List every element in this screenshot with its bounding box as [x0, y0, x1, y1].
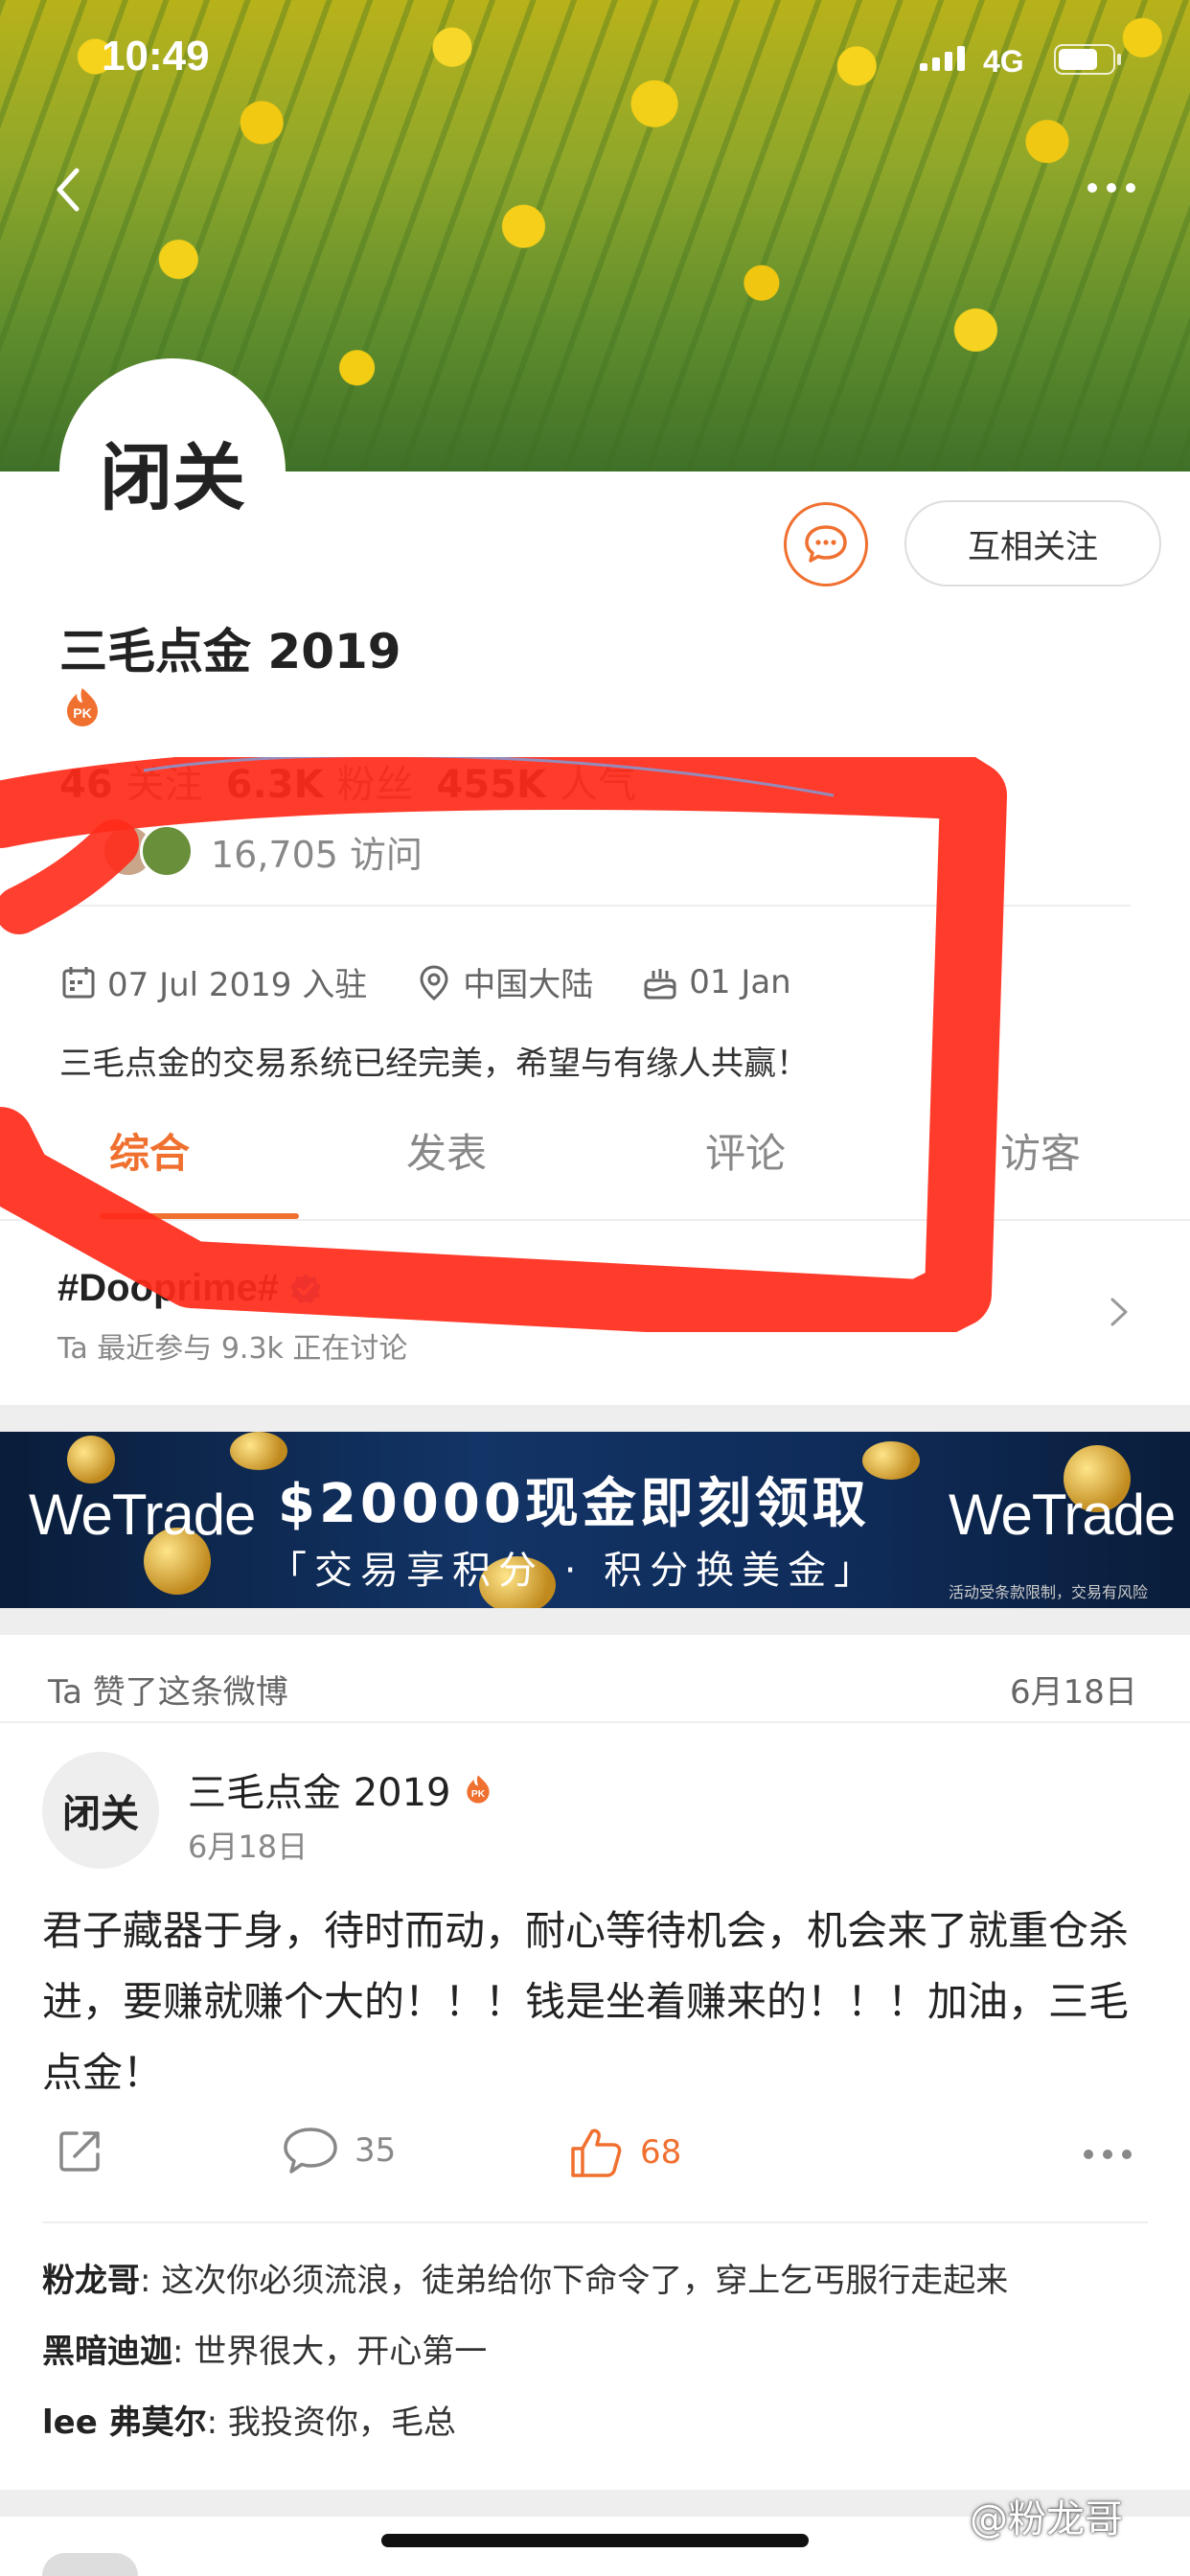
popularity-label: 人气: [560, 763, 637, 807]
more-options-icon[interactable]: [1079, 2145, 1136, 2164]
ad-title: $20000现金即刻领取: [278, 1473, 870, 1535]
more-icon[interactable]: [1083, 178, 1140, 197]
svg-text:PK: PK: [73, 705, 91, 721]
comment-text: 这次你必须流浪，徒弟给你下命令了，穿上乞丐服行走起来: [161, 2262, 1009, 2300]
comment-button[interactable]: 35: [282, 2124, 396, 2177]
message-button[interactable]: [784, 502, 868, 586]
verified-icon: [290, 1273, 322, 1303]
network-type: 4G: [983, 44, 1024, 79]
birthday-cake-icon: [644, 968, 676, 999]
next-post-avatar: [42, 2553, 138, 2576]
post-actions: 35 68: [0, 2124, 1190, 2200]
battery-icon: [1054, 44, 1121, 75]
share-button[interactable]: [54, 2124, 107, 2177]
section-separator: [0, 1405, 1190, 1432]
chevron-right-icon[interactable]: [1108, 1296, 1131, 1328]
chat-icon: [805, 525, 847, 563]
location-icon: [420, 964, 448, 1000]
popularity-count: 455K: [436, 763, 547, 807]
post-date: 6月18日: [188, 1828, 309, 1865]
signal-icon: [920, 46, 965, 71]
followers-count[interactable]: 6.3K: [226, 763, 324, 807]
comment-icon: [284, 2128, 337, 2174]
tab-comments[interactable]: 评论: [650, 1121, 841, 1180]
profile-bio: 三毛点金的交易系统已经完美，希望与有缘人共赢！: [59, 1045, 809, 1083]
liked-date: 6月18日: [1010, 1673, 1137, 1712]
comment-user[interactable]: lee 弗莫尔: [42, 2404, 207, 2442]
ad-fine-print: 活动受条款限制，交易有风险: [949, 1583, 1149, 1601]
like-count: 68: [640, 2133, 682, 2172]
joined-date: 07 Jul 2019 入驻: [107, 966, 368, 1004]
comment-item[interactable]: 粉龙哥: 这次你必须流浪，徒弟给你下命令了，穿上乞丐服行走起来: [42, 2254, 1008, 2301]
profile-stats: 46 关注 6.3K 粉丝 455K 人气: [59, 753, 646, 809]
comment-user[interactable]: 黑暗迪迦: [42, 2333, 172, 2371]
visits-count: 16,705 访问: [211, 833, 423, 876]
watermark: @粉龙哥: [970, 2497, 1123, 2542]
calendar-icon: [62, 966, 95, 998]
divider: [0, 1219, 1190, 1221]
location-text: 中国大陆: [463, 966, 594, 1004]
ad-brand-right: WeTrade: [949, 1483, 1176, 1547]
following-count[interactable]: 46: [59, 763, 113, 807]
post-author-avatar[interactable]: 闭关: [42, 1752, 159, 1869]
coin-decoration: [67, 1436, 115, 1484]
topic-title[interactable]: #Dooprime#: [57, 1267, 323, 1310]
topic-subtitle: Ta 最近参与 9.3k 正在讨论: [57, 1332, 408, 1366]
birthday-text: 01 Jan: [689, 962, 791, 1001]
comment-user[interactable]: 粉龙哥: [42, 2262, 140, 2300]
coin-decoration: [862, 1441, 920, 1480]
profile-avatar[interactable]: 闭关: [59, 358, 286, 585]
comment-count: 35: [355, 2131, 397, 2170]
ad-banner[interactable]: WeTrade $20000现金即刻领取 「交易享积分 · 积分换美金」 WeT…: [0, 1432, 1190, 1608]
svg-text:PK: PK: [470, 1789, 485, 1800]
profile-meta: 07 Jul 2019 入驻 中国大陆 01 Jan: [59, 958, 791, 1005]
avatar-text: 闭关: [62, 1792, 139, 1836]
ad-brand-left: WeTrade: [29, 1483, 256, 1547]
tab-visitors[interactable]: 访客: [945, 1121, 1136, 1180]
thumbs-up-icon: [571, 2128, 622, 2177]
share-icon: [59, 2131, 100, 2172]
avatar-text: 闭关: [100, 435, 245, 520]
following-label[interactable]: 关注: [126, 753, 203, 809]
topic-name: #Dooprime#: [57, 1267, 280, 1309]
post-author-name: 三毛点金 2019: [188, 1771, 451, 1815]
followers-label[interactable]: 粉丝: [337, 753, 414, 809]
divider: [59, 905, 1131, 907]
pk-badge-icon: PK: [67, 688, 98, 726]
comment-item[interactable]: lee 弗莫尔: 我投资你，毛总: [42, 2396, 456, 2443]
mutual-follow-button[interactable]: 互相关注: [904, 500, 1161, 586]
comment-text: 世界很大，开心第一: [194, 2333, 488, 2371]
back-icon[interactable]: [46, 161, 94, 218]
status-time: 10:49: [102, 33, 210, 80]
tab-overview[interactable]: 综合: [54, 1121, 245, 1180]
home-indicator[interactable]: [381, 2534, 809, 2547]
tab-posts[interactable]: 发表: [351, 1121, 542, 1180]
divider: [0, 1721, 1190, 1723]
profile-username: 三毛点金 2019: [59, 624, 401, 679]
post-text[interactable]: 君子藏器于身，待时而动，耐心等待机会，机会来了就重仓杀进，要赚就赚个大的！！！钱…: [42, 1896, 1154, 2108]
profile-tabs: 综合 发表 评论 访客: [0, 1121, 1190, 1227]
pk-badge-icon: PK: [466, 1775, 490, 1804]
divider: [42, 2221, 1148, 2223]
like-button[interactable]: 68: [567, 2124, 681, 2181]
status-bar: 10:49 4G: [0, 0, 1190, 115]
section-separator: [0, 1608, 1190, 1635]
ad-subtitle: 「交易享积分 · 积分换美金」: [268, 1549, 881, 1593]
comment-item[interactable]: 黑暗迪迦: 世界很大，开心第一: [42, 2325, 487, 2372]
visitor-avatar: [140, 824, 194, 878]
visitors-row[interactable]: 16,705 访问: [102, 824, 423, 878]
post-author[interactable]: 三毛点金 2019 PK: [188, 1761, 493, 1817]
liked-label: Ta 赞了这条微博: [48, 1673, 288, 1712]
comment-text: 我投资你，毛总: [227, 2404, 456, 2442]
